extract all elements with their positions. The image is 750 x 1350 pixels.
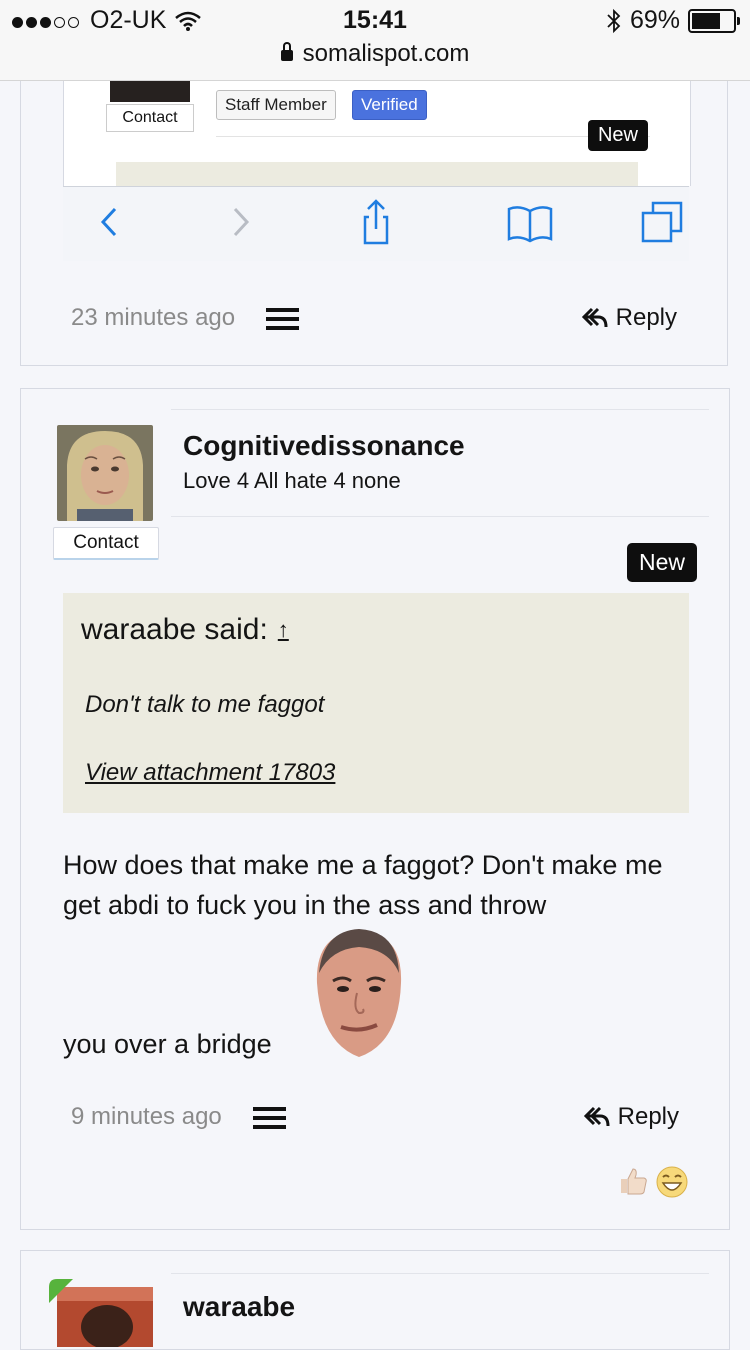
address-bar[interactable]: somalispot.com bbox=[0, 40, 750, 68]
reactions[interactable] bbox=[617, 1165, 689, 1199]
embedded-screenshot: Contact Staff Member Verified New bbox=[63, 80, 691, 186]
quote-header: waraabe said: ↑ bbox=[81, 613, 289, 647]
verified-badge: Verified bbox=[352, 90, 427, 120]
next-post: waraabe bbox=[20, 1250, 730, 1350]
battery-icon bbox=[688, 8, 740, 33]
user-title: Love 4 All hate 4 none bbox=[183, 468, 401, 493]
reply-icon bbox=[583, 1106, 610, 1127]
battery-percent: 69% bbox=[629, 6, 680, 34]
smug-face-icon bbox=[316, 929, 402, 1057]
embedded-avatar bbox=[110, 80, 190, 102]
post-time: 9 minutes ago bbox=[71, 1103, 222, 1130]
username[interactable]: waraabe bbox=[183, 1291, 295, 1323]
laughing-face-icon[interactable] bbox=[655, 1165, 689, 1199]
lock-icon bbox=[280, 42, 293, 61]
reply-button[interactable]: Reply bbox=[581, 304, 677, 332]
post-menu-icon[interactable] bbox=[253, 1107, 286, 1129]
contact-button[interactable]: Contact bbox=[53, 527, 159, 560]
reply-icon bbox=[581, 307, 608, 328]
bookmarks-icon bbox=[507, 206, 553, 243]
next-post-divider bbox=[171, 1273, 709, 1274]
arrow-up-icon[interactable]: ↑ bbox=[278, 617, 289, 643]
attachment-link[interactable]: View attachment 17803 bbox=[85, 759, 335, 787]
embedded-new-badge: New bbox=[587, 120, 648, 151]
embedded-divider bbox=[216, 136, 650, 137]
new-badge: New bbox=[626, 543, 697, 582]
back-icon bbox=[100, 207, 117, 237]
reply-label: Reply bbox=[615, 304, 677, 331]
quote-text: Don't talk to me faggot bbox=[85, 691, 325, 718]
tabs-icon bbox=[641, 201, 683, 243]
embedded-quote bbox=[116, 162, 638, 186]
thumbs-up-icon[interactable] bbox=[617, 1165, 649, 1197]
online-indicator-icon bbox=[49, 1279, 73, 1303]
staff-member-badge: Staff Member bbox=[216, 90, 336, 120]
reply-button[interactable]: Reply bbox=[583, 1103, 679, 1131]
post-time: 23 minutes ago bbox=[71, 304, 236, 331]
username[interactable]: Cognitivedissonance bbox=[183, 430, 465, 462]
post-body: How does that make me a faggot? Don't ma… bbox=[63, 850, 663, 920]
embedded-contact-button: Contact bbox=[106, 104, 194, 132]
forward-icon bbox=[233, 207, 250, 237]
url-text: somalispot.com bbox=[302, 40, 470, 67]
quote-block: waraabe said: ↑ Don't talk to me faggot … bbox=[63, 593, 689, 813]
quote-author: waraabe said: bbox=[81, 613, 268, 646]
status-bar: O2-UK 15:41 69% somalispot.com bbox=[0, 0, 750, 81]
reply-label: Reply bbox=[617, 1103, 679, 1130]
battery-status: 69% bbox=[606, 6, 740, 35]
forum-post: Contact Cognitivedissonance Love 4 All h… bbox=[20, 388, 730, 1230]
share-icon bbox=[363, 199, 389, 245]
bluetooth-icon bbox=[607, 8, 621, 33]
post-menu-icon[interactable] bbox=[266, 308, 299, 330]
user-info: Cognitivedissonance Love 4 All hate 4 no… bbox=[171, 409, 709, 517]
post-body-end: you over a bridge bbox=[63, 1029, 272, 1059]
avatar[interactable] bbox=[57, 425, 153, 521]
avatar-image bbox=[57, 425, 153, 521]
embedded-safari-toolbar bbox=[63, 186, 689, 261]
